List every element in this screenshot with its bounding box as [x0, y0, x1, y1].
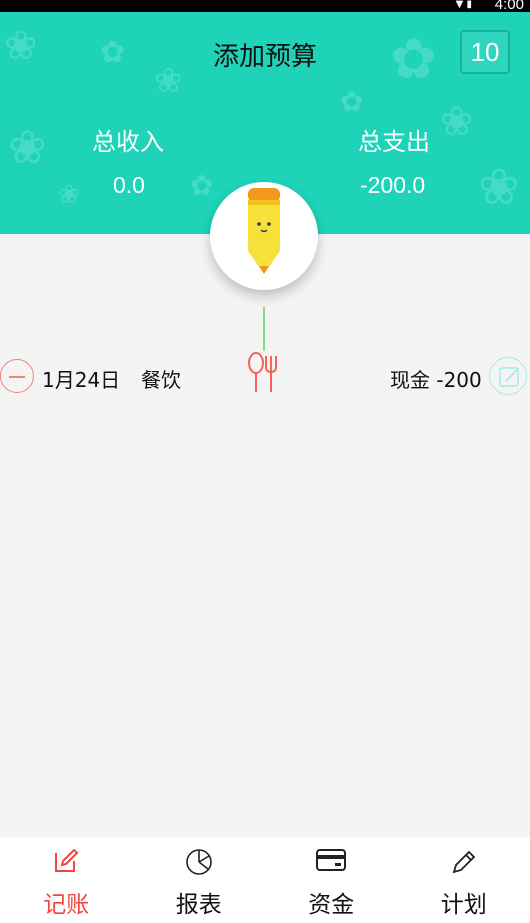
- fork-knife-icon: [248, 352, 277, 392]
- timeline-line: [263, 307, 265, 351]
- bottom-nav: 记账 报表 资金 计划: [0, 837, 530, 923]
- add-record-button[interactable]: [210, 182, 318, 290]
- delete-record-button[interactable]: [0, 359, 34, 393]
- edit-icon: [499, 367, 519, 387]
- edit-icon: [55, 848, 79, 872]
- flower-decoration-icon: ❀: [440, 99, 474, 145]
- card-icon: [316, 849, 347, 871]
- total-income-label: 总收入: [92, 128, 164, 156]
- status-bar: ▼ ▮ 4:00: [0, 0, 530, 13]
- nav-item-bookkeeping[interactable]: 记账: [0, 837, 133, 923]
- nav-label: 资金: [308, 892, 355, 918]
- flower-decoration-icon: ❀: [8, 120, 47, 174]
- nav-item-funds[interactable]: 资金: [265, 837, 398, 923]
- flower-decoration-icon: ❀: [478, 158, 520, 216]
- calendar-button[interactable]: 10: [460, 30, 510, 74]
- total-income-value: 0.0: [113, 172, 145, 198]
- nav-item-reports[interactable]: 报表: [133, 837, 266, 923]
- record-category: 餐饮: [141, 368, 181, 392]
- record-amount: 现金 -200: [390, 368, 482, 392]
- total-expense-label: 总支出: [358, 128, 430, 156]
- pie-chart-icon: [185, 849, 212, 875]
- pencil-mascot-icon: [248, 188, 280, 274]
- total-expense-value: -200.0: [360, 172, 426, 198]
- record-row[interactable]: 1月24日 餐饮 现金 -200: [0, 352, 530, 400]
- nav-label: 计划: [440, 892, 487, 918]
- edit-record-button[interactable]: [489, 357, 527, 395]
- record-date: 1月24日: [42, 368, 121, 392]
- nav-item-plan[interactable]: 计划: [398, 837, 530, 923]
- nav-label: 记账: [43, 892, 90, 918]
- nav-label: 报表: [175, 892, 222, 918]
- pencil-icon: [452, 850, 476, 874]
- calendar-day: 10: [470, 37, 500, 67]
- flower-decoration-icon: ✿: [340, 85, 364, 118]
- page-title: 添加预算: [212, 42, 317, 72]
- signal-icons: ▼ ▮: [455, 0, 472, 10]
- flower-decoration-icon: ❀: [58, 180, 80, 210]
